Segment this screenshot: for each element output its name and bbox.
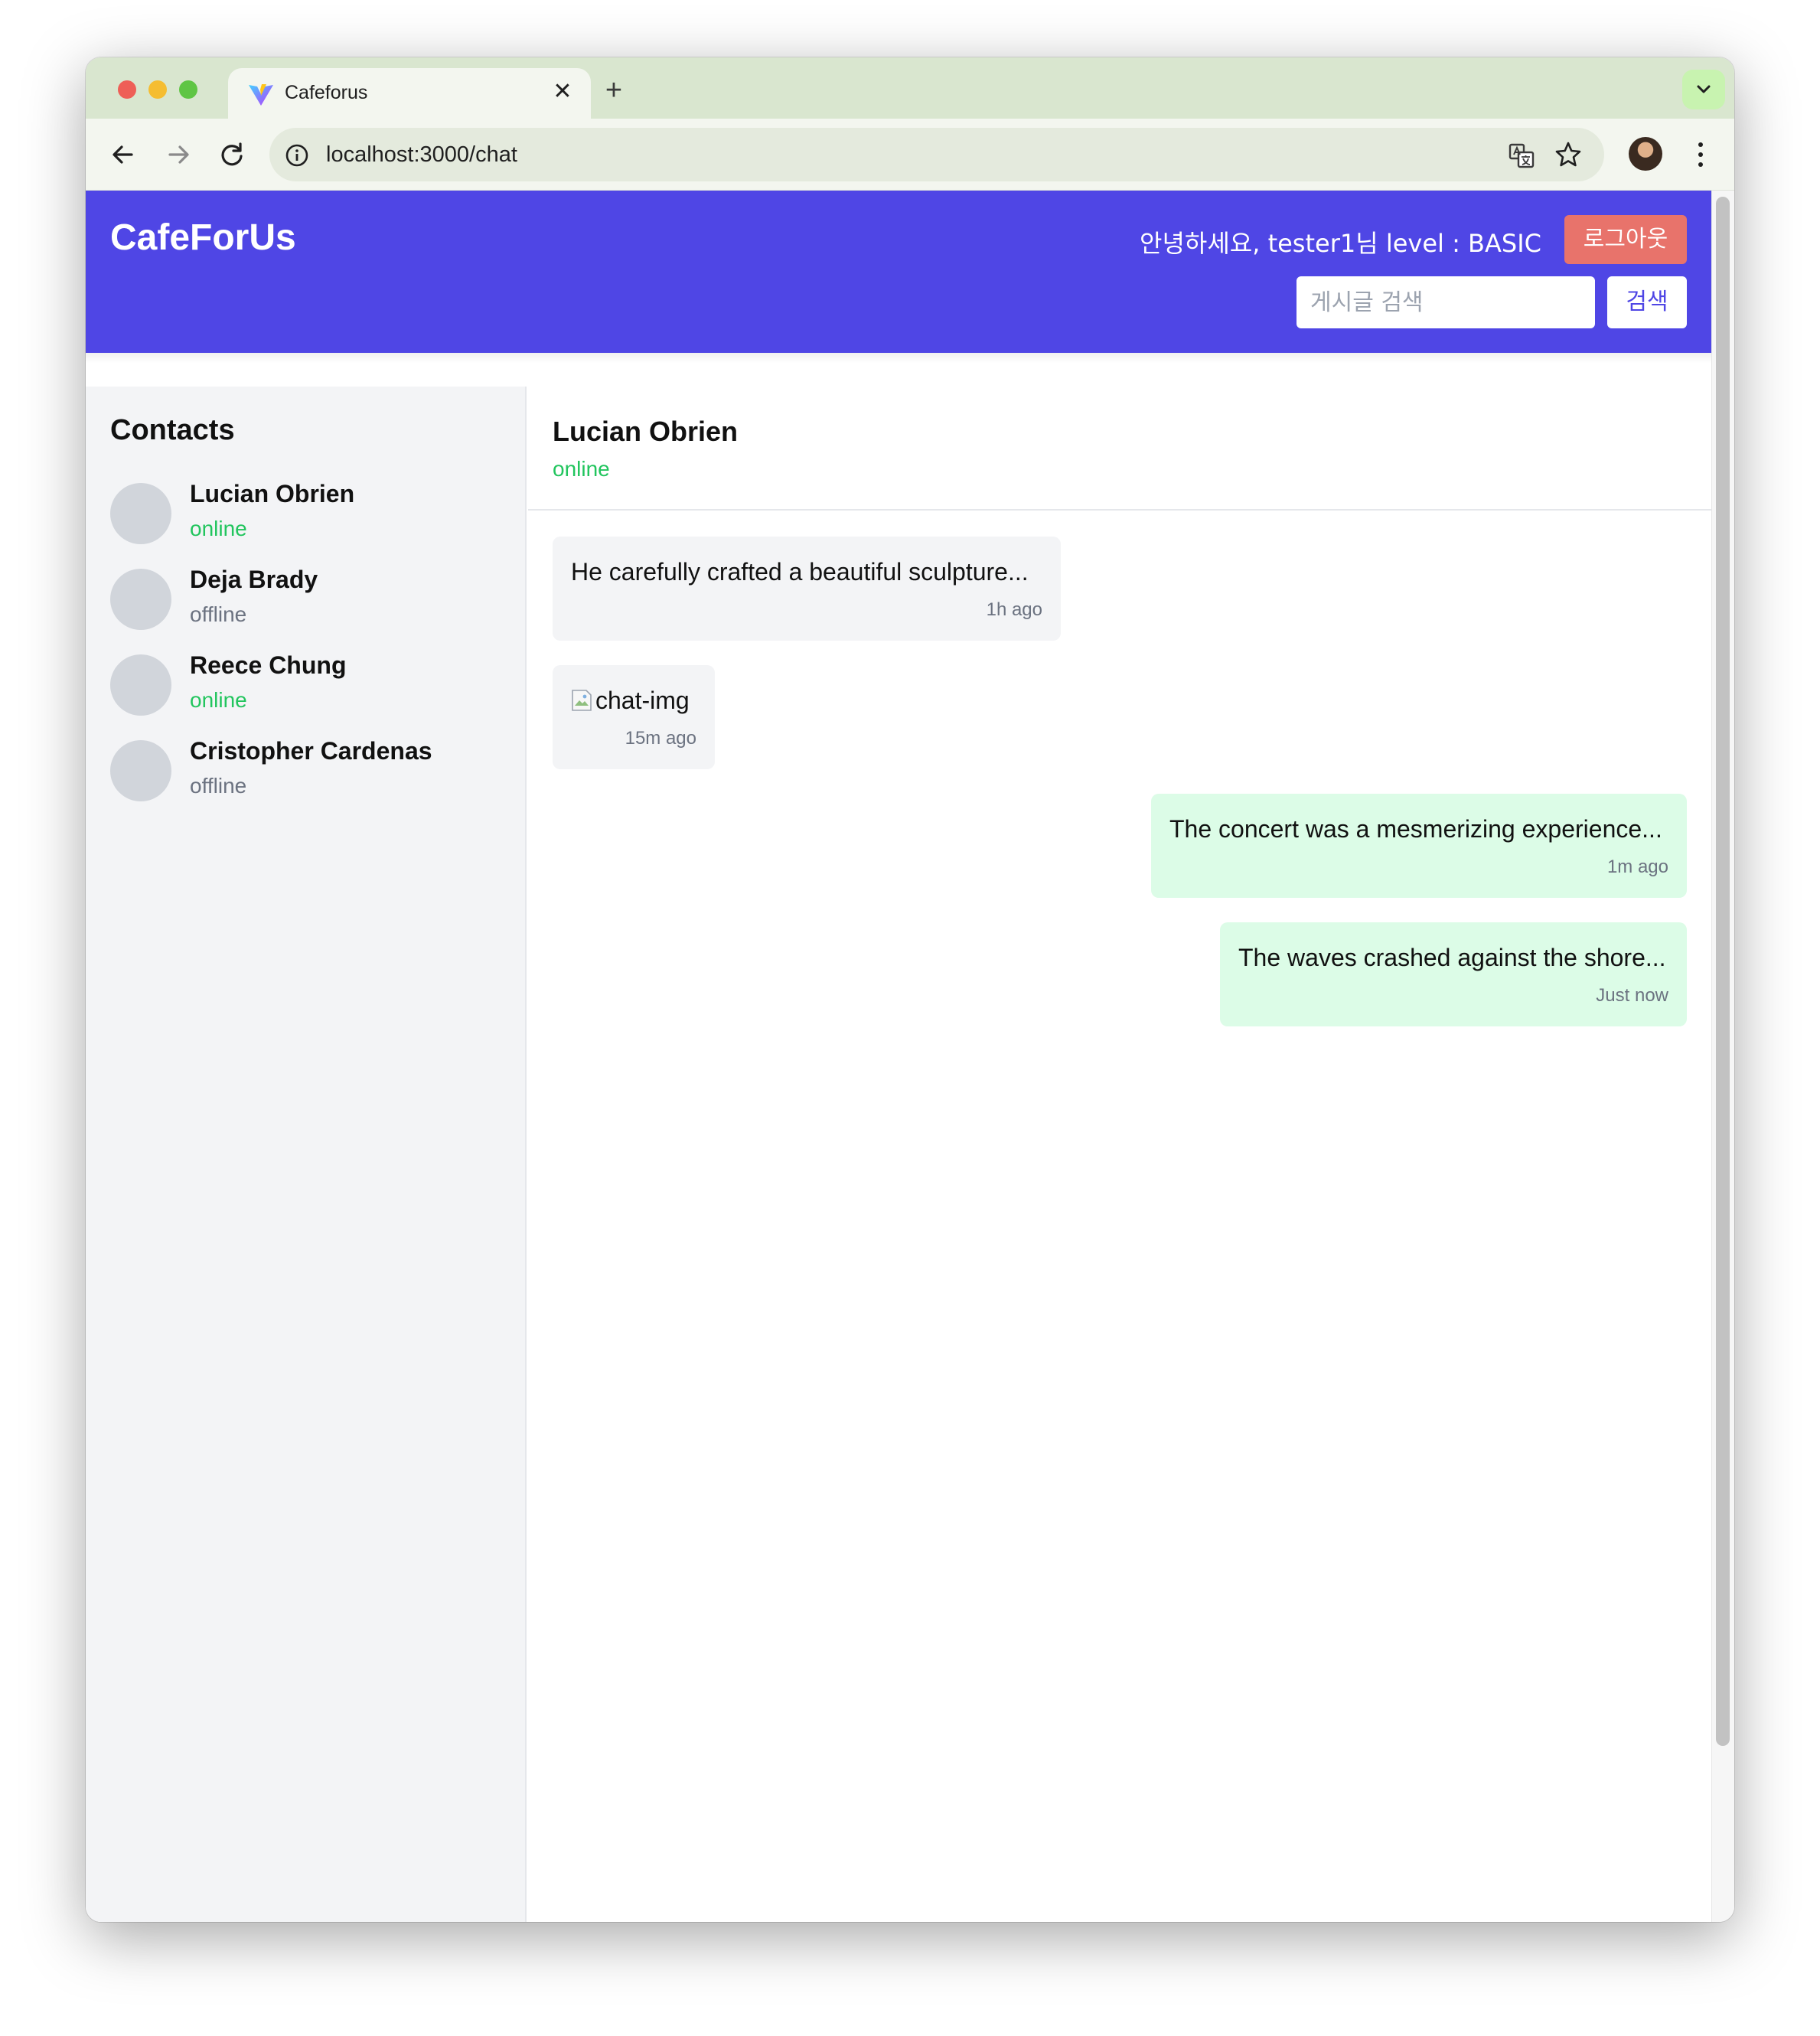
chat-contact-status: online [553, 457, 610, 481]
message-bubble-incoming: He carefully crafted a beautiful sculptu… [553, 537, 1061, 641]
avatar [110, 483, 171, 544]
minimize-window-button[interactable] [148, 80, 167, 99]
message-time: 1m ago [1606, 856, 1668, 877]
tab-search-button[interactable] [1682, 70, 1725, 109]
brand-logo[interactable]: CafeForUs [110, 217, 296, 259]
chat-image-alt: chat-img [595, 686, 690, 714]
browser-window: Cafeforus ✕ + localhost:3000/chat CafeFo… [86, 57, 1734, 1922]
message-text: The waves crashed against the shore... [1238, 944, 1666, 971]
back-icon[interactable] [106, 137, 141, 172]
message-bubble-outgoing: The concert was a mesmerizing experience… [1151, 794, 1687, 898]
avatar [110, 740, 171, 801]
chat-header: Lucian Obrien online [528, 387, 1711, 511]
close-window-button[interactable] [118, 80, 136, 99]
search-button[interactable]: 검색 [1607, 276, 1687, 328]
message-time: Just now [1596, 985, 1668, 1006]
contact-name: Reece Chung [190, 651, 347, 679]
kebab-menu-icon[interactable] [1691, 139, 1710, 171]
broken-image-icon [572, 690, 592, 711]
contact-item[interactable]: Deja Brady offline [110, 566, 508, 633]
contact-name: Cristopher Cardenas [190, 737, 432, 765]
contact-name: Deja Brady [190, 566, 318, 593]
forward-icon[interactable] [161, 137, 196, 172]
logout-button[interactable]: 로그아웃 [1564, 215, 1687, 264]
tab-title: Cafeforus [285, 82, 368, 103]
user-greeting: 안녕하세요, tester1님 level : BASIC [1140, 229, 1541, 258]
contact-item[interactable]: Lucian Obrien online [110, 480, 508, 547]
vite-favicon-icon [249, 84, 273, 106]
contact-status: online [190, 517, 247, 540]
info-icon[interactable] [285, 143, 309, 168]
scrollbar-thumb[interactable] [1716, 197, 1730, 1746]
avatar [110, 569, 171, 630]
browser-toolbar: localhost:3000/chat [86, 119, 1734, 191]
maximize-window-button[interactable] [179, 80, 197, 99]
app-header: CafeForUs 안녕하세요, tester1님 level : BASIC … [86, 191, 1711, 353]
contacts-sidebar: Contacts Lucian Obrien online Deja Brady… [86, 387, 527, 1922]
tab-strip: Cafeforus ✕ + [86, 57, 1734, 119]
profile-avatar[interactable] [1629, 137, 1662, 171]
address-bar[interactable]: localhost:3000/chat [269, 128, 1604, 181]
page-viewport: CafeForUs 안녕하세요, tester1님 level : BASIC … [86, 191, 1734, 1922]
contact-name: Lucian Obrien [190, 480, 355, 507]
chat-contact-name: Lucian Obrien [553, 416, 739, 447]
reload-icon[interactable] [214, 137, 250, 172]
contact-status: offline [190, 602, 247, 626]
message-text: The concert was a mesmerizing experience… [1169, 815, 1662, 843]
contact-status: online [190, 688, 247, 712]
browser-tab[interactable]: Cafeforus ✕ [228, 68, 591, 119]
message-bubble-incoming: chat-img 15m ago [553, 665, 715, 769]
header-divider [86, 353, 1711, 387]
chevron-down-icon [1697, 85, 1711, 93]
tab-close-icon[interactable]: ✕ [550, 79, 576, 105]
avatar [110, 654, 171, 716]
message-text: He carefully crafted a beautiful sculptu… [571, 558, 1029, 586]
contact-item[interactable]: Reece Chung online [110, 651, 508, 719]
star-icon[interactable] [1554, 140, 1583, 169]
message-bubble-outgoing: The waves crashed against the shore... J… [1220, 922, 1687, 1026]
post-search-input[interactable] [1297, 276, 1595, 328]
translate-icon[interactable] [1508, 142, 1535, 169]
message-time: 15m ago [625, 728, 696, 749]
message-time: 1h ago [986, 599, 1042, 620]
chat-panel: Lucian Obrien online He carefully crafte… [528, 387, 1711, 1922]
contacts-title: Contacts [110, 414, 235, 446]
contact-status: offline [190, 774, 247, 798]
url-text[interactable]: localhost:3000/chat [326, 142, 517, 168]
contact-item[interactable]: Cristopher Cardenas offline [110, 737, 508, 804]
chat-image[interactable]: chat-img [571, 685, 690, 716]
new-tab-button[interactable]: + [597, 74, 631, 108]
